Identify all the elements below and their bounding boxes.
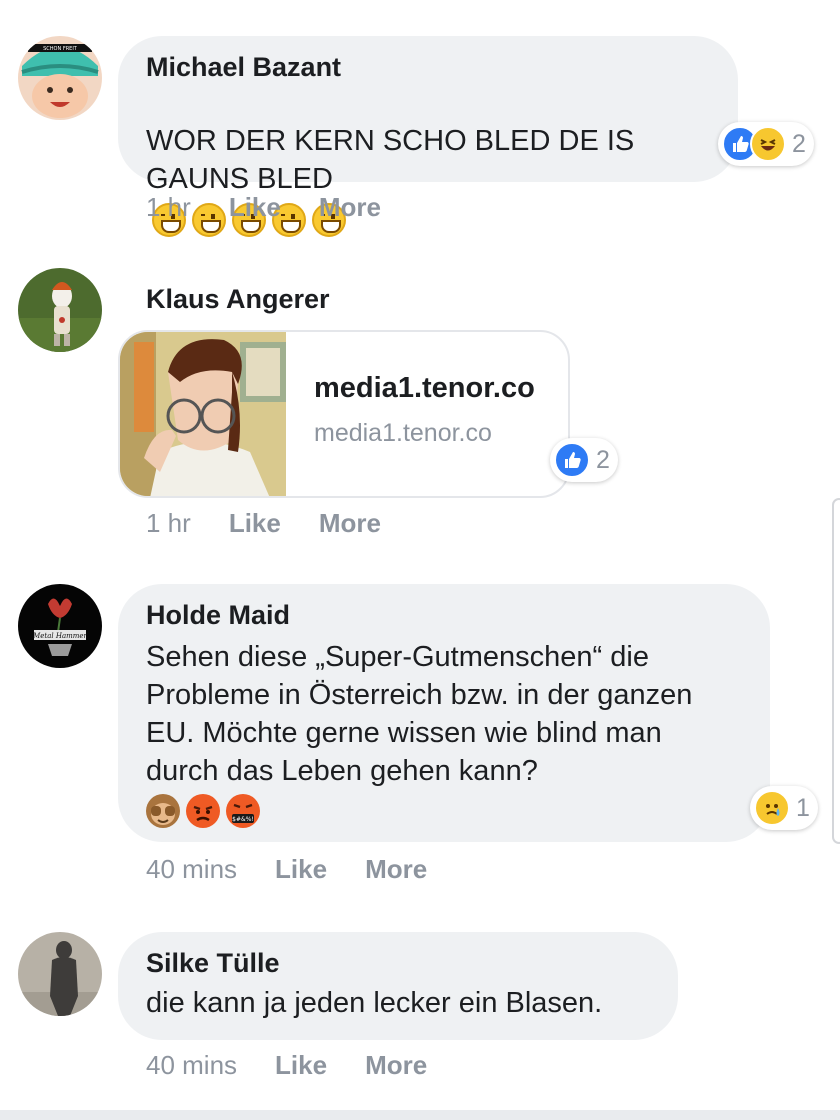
side-panel-edge[interactable]	[832, 498, 840, 844]
like-reaction-icon	[554, 442, 590, 478]
more-button[interactable]: More	[319, 508, 381, 539]
avatar[interactable]: Metal Hammer	[18, 584, 102, 668]
gif-thumbnail[interactable]	[120, 332, 286, 496]
like-button[interactable]: Like	[275, 1050, 327, 1081]
clown-photo-icon	[18, 268, 102, 352]
reaction-count: 2	[792, 129, 806, 158]
svg-text:Metal Hammer: Metal Hammer	[32, 632, 87, 640]
svg-text:SCHON FREIT: SCHON FREIT	[43, 46, 78, 52]
link-domain: media1.tenor.co	[314, 419, 492, 447]
like-button[interactable]: Like	[275, 854, 327, 885]
sad-reaction-icon	[754, 790, 790, 826]
comment-text: Sehen diese „Super-Gutmenschen“ die Prob…	[146, 641, 693, 787]
pouting-face-icon	[186, 794, 220, 828]
more-button[interactable]: More	[365, 1050, 427, 1081]
comment-author[interactable]: Michael Bazant	[146, 50, 710, 84]
comment-meta: 40 mins Like More	[146, 854, 427, 885]
face-with-symbols-on-mouth-icon: $#&%!	[226, 794, 260, 828]
reaction-count: 2	[596, 445, 610, 474]
cartoon-man-image-icon	[120, 332, 286, 496]
avatar[interactable]	[18, 268, 102, 352]
avatar[interactable]	[18, 932, 102, 1016]
comment-timestamp[interactable]: 1 hr	[146, 192, 191, 223]
haha-reaction-icon	[750, 126, 786, 162]
comment-meta: 40 mins Like More	[146, 1050, 427, 1081]
shadow-photo-icon	[18, 932, 102, 1016]
comment-author[interactable]: Silke Tülle	[146, 946, 650, 980]
like-button[interactable]: Like	[229, 508, 281, 539]
comment-bubble: Silke Tülle die kann ja jeden lecker ein…	[118, 932, 678, 1040]
comment-text-content: WOR DER KERN SCHO BLED DE IS GAUNS BLED	[146, 125, 635, 195]
comment-timestamp[interactable]: 40 mins	[146, 1050, 237, 1081]
comment-meta: 1 hr Like More	[146, 508, 381, 539]
reaction-summary[interactable]: 2	[718, 122, 814, 166]
reaction-count: 1	[796, 793, 810, 822]
comment-author[interactable]: Holde Maid	[146, 598, 742, 632]
comment-bubble: Holde Maid Sehen diese „Super-Gutmensche…	[118, 584, 770, 842]
comment-timestamp[interactable]: 40 mins	[146, 854, 237, 885]
svg-text:$#&%!: $#&%!	[232, 816, 254, 823]
more-button[interactable]: More	[319, 192, 381, 223]
like-button[interactable]: Like	[229, 192, 281, 223]
comment-text: die kann ja jeden lecker ein Blasen.	[146, 987, 603, 1019]
emoji-group: $#&%!	[146, 794, 742, 828]
reaction-summary[interactable]: 2	[550, 438, 618, 482]
link-preview-body: media1.tenor.co media1.tenor.co	[286, 332, 553, 496]
bottom-divider	[0, 1110, 840, 1120]
see-no-evil-monkey-icon	[146, 794, 180, 828]
comment-author[interactable]: Klaus Angerer	[146, 282, 330, 316]
comment-bubble: Michael Bazant WOR DER KERN SCHO BLED DE…	[118, 36, 738, 238]
metal-hammer-logo-icon: Metal Hammer	[18, 584, 102, 668]
comment-meta: 1 hr Like More	[146, 192, 381, 223]
avatar[interactable]: SCHON FREIT	[18, 36, 102, 120]
reaction-summary[interactable]: 1	[750, 786, 818, 830]
baby-photo-icon: SCHON FREIT	[18, 36, 102, 120]
link-title[interactable]: media1.tenor.co	[314, 372, 535, 405]
comment-timestamp[interactable]: 1 hr	[146, 508, 191, 539]
link-preview-card[interactable]: media1.tenor.co media1.tenor.co	[118, 330, 570, 498]
more-button[interactable]: More	[365, 854, 427, 885]
